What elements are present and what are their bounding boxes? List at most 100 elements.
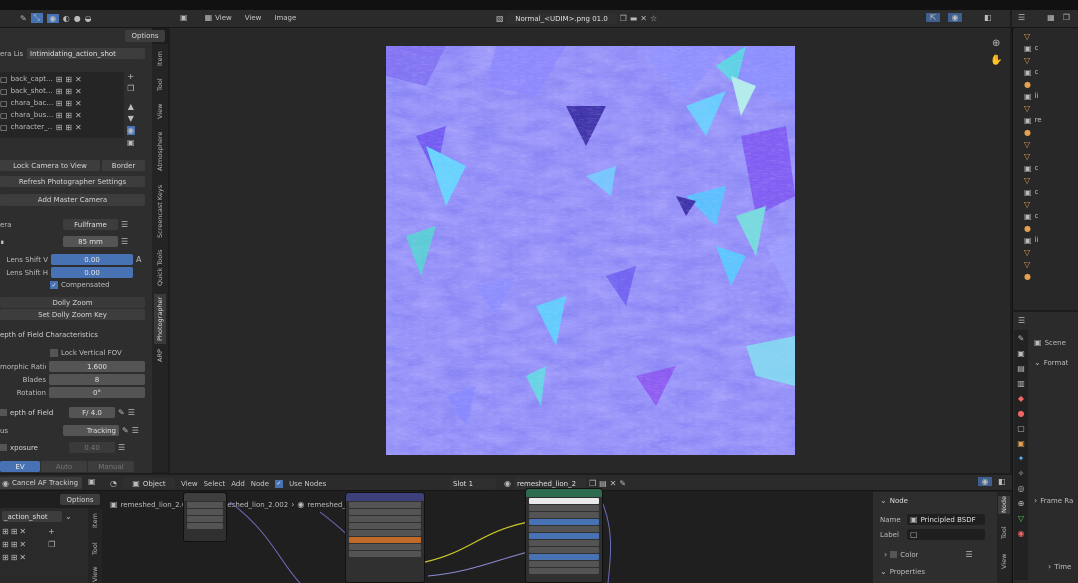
auto-tab[interactable]: Auto xyxy=(41,461,87,472)
node-socket[interactable] xyxy=(529,533,599,539)
fstop-field[interactable]: F/ 4.0 xyxy=(69,407,115,418)
node-socket[interactable] xyxy=(349,509,421,515)
tree-row[interactable]: ▽ xyxy=(1020,150,1078,162)
editor-type-icon[interactable]: ◔ xyxy=(110,479,117,488)
select-icon[interactable]: ⤡ xyxy=(30,13,43,23)
node-socket[interactable] xyxy=(529,512,599,518)
delete-icon[interactable]: ✕ xyxy=(75,111,82,120)
tree-row[interactable]: ▣ c xyxy=(1020,42,1078,54)
render-all-icon[interactable]: ▣ xyxy=(127,138,135,147)
constraints-icon[interactable]: ⊕ xyxy=(1018,499,1025,508)
brush-icon[interactable]: ✎ xyxy=(20,14,27,23)
pin-icon[interactable]: ☆ xyxy=(650,14,657,23)
node-socket[interactable] xyxy=(529,554,599,560)
view-icon[interactable]: ⊞ xyxy=(56,87,63,96)
menu-node[interactable]: Node xyxy=(251,480,269,488)
tree-row[interactable]: ▣ c xyxy=(1020,66,1078,78)
delete-icon[interactable]: ✕ xyxy=(75,75,82,84)
tab-screencast-keys[interactable]: Screencast Keys xyxy=(154,180,166,242)
add-collection-icon[interactable]: ❐ xyxy=(1063,13,1070,22)
slot-dropdown[interactable]: Slot 1 xyxy=(450,478,496,489)
tab-quick-tools[interactable]: Quick Tools xyxy=(154,246,166,290)
list-item[interactable]: ▢ character_… ⊞ ⊞ ✕ xyxy=(0,121,124,133)
lock-vfov-checkbox[interactable] xyxy=(50,349,58,357)
tab-tool[interactable]: Tool xyxy=(154,74,166,96)
tree-row[interactable]: ▽ xyxy=(1020,246,1078,258)
list-item[interactable]: ▢ back_capt… ⊞ ⊞ ✕ xyxy=(0,73,124,85)
options-dropdown[interactable]: Options xyxy=(60,494,100,505)
exposure-checkbox[interactable] xyxy=(0,444,7,451)
tab-tool[interactable]: Tool xyxy=(89,540,101,558)
dof-checkbox[interactable] xyxy=(0,409,7,416)
tab-node[interactable]: Node xyxy=(998,496,1010,514)
exposure-field[interactable]: 0.40 xyxy=(69,442,115,453)
add-camera-icon[interactable]: + xyxy=(48,527,55,536)
tree-row[interactable]: ▣ c xyxy=(1020,186,1078,198)
collection-icon[interactable]: ▢ xyxy=(1017,424,1025,433)
tree-row[interactable]: ● xyxy=(1020,126,1078,138)
material-icon[interactable]: ◉ xyxy=(1018,529,1025,538)
tab-tool[interactable]: Tool xyxy=(998,524,1010,542)
options-dropdown[interactable]: Options xyxy=(125,30,165,42)
view-icon[interactable]: ⊞ xyxy=(56,75,63,84)
render-icon[interactable]: ⊞ xyxy=(65,123,72,132)
tree-row[interactable]: ▽ xyxy=(1020,174,1078,186)
delete-icon[interactable]: ✕ xyxy=(75,99,82,108)
list-icon[interactable]: ☰ xyxy=(132,426,139,435)
node-socket[interactable] xyxy=(529,498,599,504)
menu-add[interactable]: Add xyxy=(231,480,245,488)
render-icon[interactable]: ⊞ xyxy=(65,75,72,84)
open-folder-icon[interactable]: ▬ xyxy=(630,14,638,23)
add-master-camera-button[interactable]: Add Master Camera xyxy=(0,194,145,206)
list-icon[interactable]: ☰ xyxy=(128,408,135,417)
camera-list-dropdown[interactable]: Intimidating_action_shot xyxy=(27,48,145,59)
view-icon[interactable]: ⊞ xyxy=(2,553,9,562)
shot-dropdown[interactable]: _action_shot xyxy=(2,511,62,522)
border-button[interactable]: Border xyxy=(102,160,145,171)
editor-type-icon[interactable]: ☰ xyxy=(1018,316,1025,325)
view-icon[interactable]: ◉ xyxy=(46,13,59,23)
view-icon[interactable]: ⊞ xyxy=(2,527,9,536)
node-socket[interactable] xyxy=(529,568,599,574)
image-texture-node[interactable] xyxy=(183,492,227,542)
data-icon[interactable]: ▽ xyxy=(1018,514,1024,523)
dof-characteristics-header[interactable]: epth of Field Characteristics xyxy=(0,331,98,339)
view-layer-icon[interactable]: ▥ xyxy=(1017,379,1025,388)
tab-item[interactable]: Item xyxy=(154,48,166,70)
tree-row[interactable]: ▽ xyxy=(1020,138,1078,150)
tree-row[interactable]: ▣ li xyxy=(1020,234,1078,246)
rotation-field[interactable]: 0° xyxy=(49,387,145,398)
overlay-icon[interactable]: ◉ xyxy=(948,13,962,22)
node-socket[interactable] xyxy=(349,516,421,522)
node-name-field[interactable]: ▣ Principled BSDF xyxy=(907,514,985,525)
editor-type-icon[interactable]: ▣ xyxy=(180,13,188,22)
view-icon[interactable]: ⊞ xyxy=(56,111,63,120)
blades-field[interactable]: 8 xyxy=(49,374,145,385)
focal-length-field[interactable]: 85 mm xyxy=(63,236,118,247)
anamorphic-field[interactable]: 1.600 xyxy=(49,361,145,372)
node-socket[interactable] xyxy=(529,540,599,546)
refresh-settings-button[interactable]: Refresh Photographer Settings xyxy=(0,176,145,187)
frame-range-header[interactable]: › Frame Ra xyxy=(1034,496,1073,505)
view-icon[interactable]: ⊞ xyxy=(56,123,63,132)
node-socket[interactable] xyxy=(349,530,421,536)
delete-icon[interactable]: ✕ xyxy=(19,553,26,562)
tree-row[interactable]: ● xyxy=(1020,270,1078,282)
tab-photographer[interactable]: Photographer xyxy=(154,294,166,344)
scene-icon[interactable]: ◆ xyxy=(1018,394,1024,403)
render-icon[interactable]: ⊞ xyxy=(65,87,72,96)
node-socket[interactable] xyxy=(187,502,223,508)
render-icon[interactable]: ▣ xyxy=(1017,349,1025,358)
node-header[interactable] xyxy=(526,489,602,497)
auto-shift-icon[interactable]: A xyxy=(136,255,141,264)
format-panel-header[interactable]: ⌄ Format xyxy=(1034,358,1068,367)
render-icon[interactable]: ⊞ xyxy=(65,99,72,108)
compensated-checkbox[interactable]: ✓ xyxy=(50,281,58,289)
modifier-icon[interactable]: ✦ xyxy=(1018,454,1025,463)
menu-view[interactable]: View xyxy=(215,14,232,22)
render-icon[interactable]: ⊞ xyxy=(11,553,18,562)
world-icon[interactable]: ● xyxy=(1018,409,1025,418)
filter-icon[interactable]: ▦ xyxy=(1047,13,1055,22)
node-label-field[interactable]: ▢ xyxy=(907,529,985,540)
tree-row[interactable]: ▽ xyxy=(1020,102,1078,114)
